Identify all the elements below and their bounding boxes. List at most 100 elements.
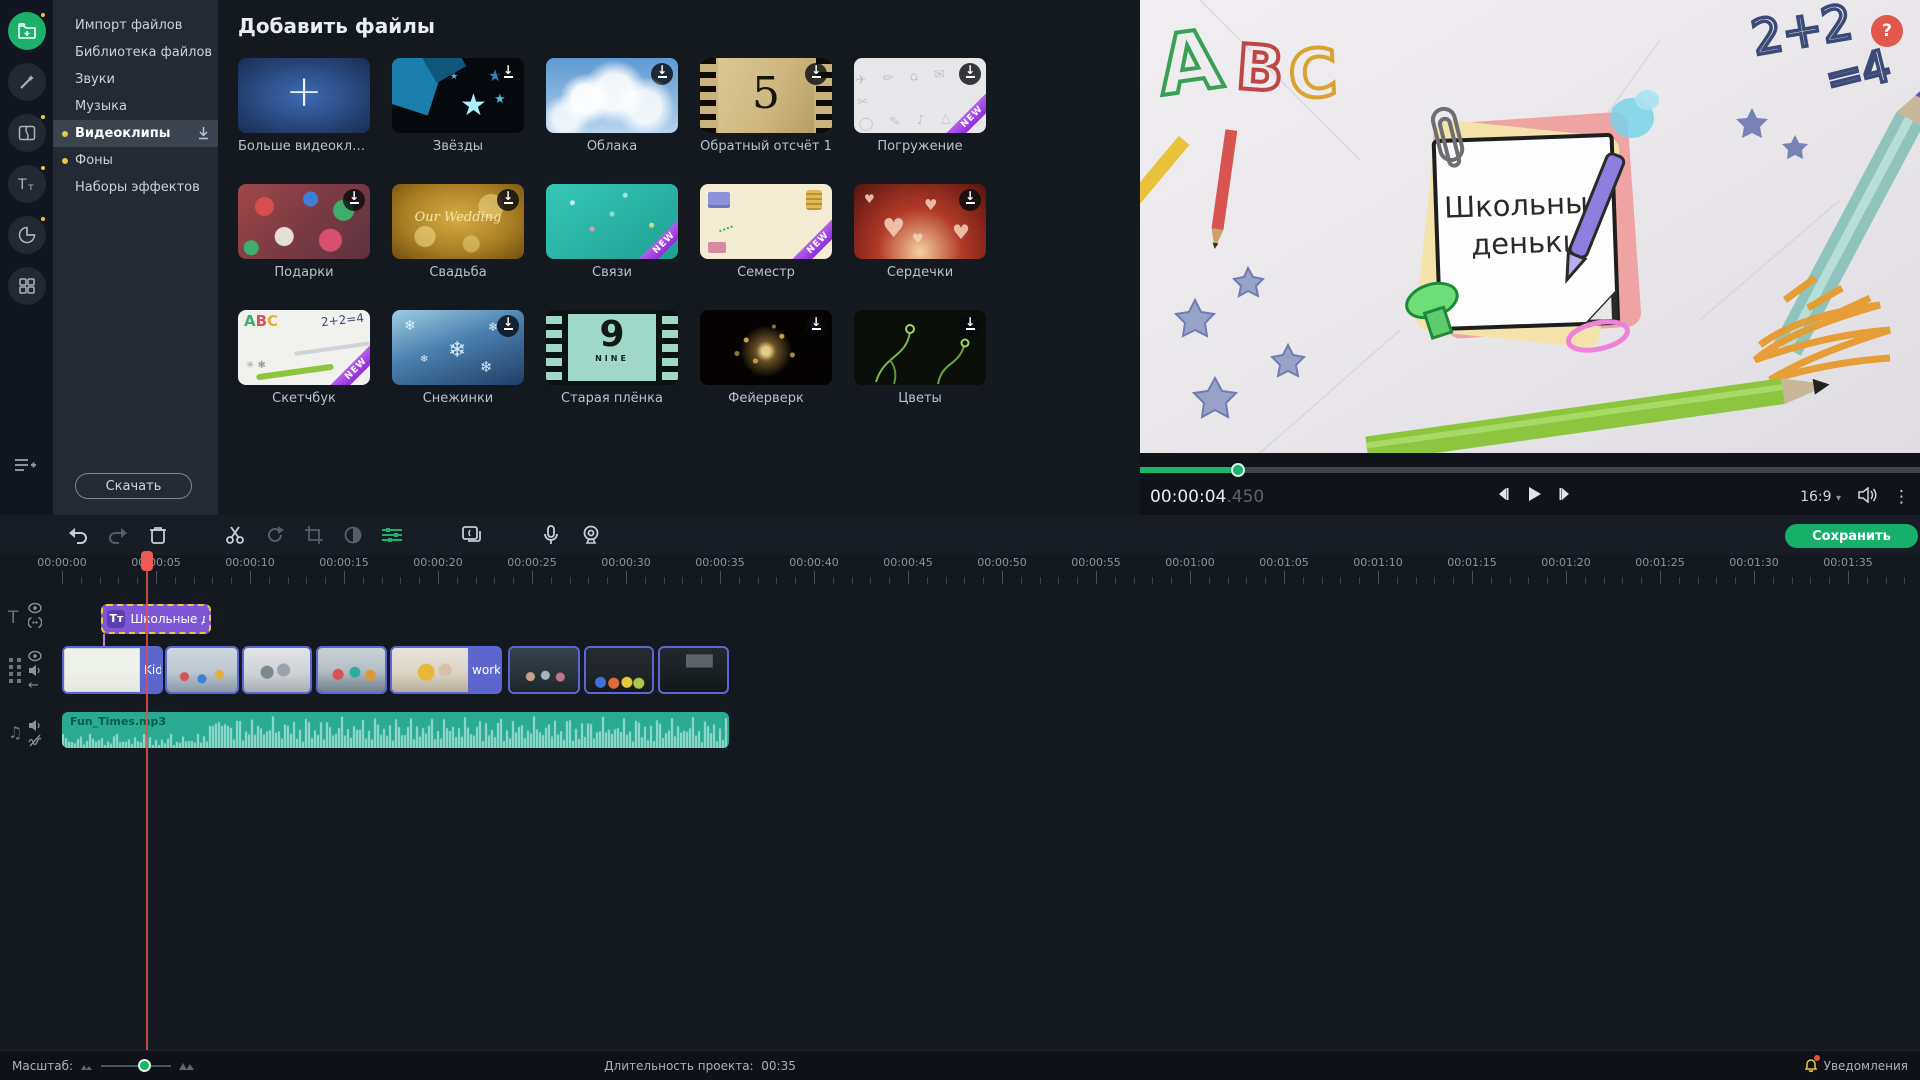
download-badge-icon[interactable]: ↓	[959, 315, 981, 337]
volume-icon[interactable]	[1857, 487, 1877, 507]
ruler-label: 00:01:35	[1823, 556, 1872, 569]
ruler-label: 00:00:25	[507, 556, 556, 569]
menu-item-6[interactable]: Фоны	[53, 147, 218, 174]
track-link-icon[interactable]	[28, 616, 42, 629]
audio-clip[interactable]: Fun_Times.mp3	[62, 712, 729, 748]
playhead[interactable]	[146, 555, 148, 1050]
color-adjust-button[interactable]	[339, 521, 367, 549]
library-tile-plus[interactable]: +Больше видеоклипов	[238, 58, 370, 156]
ruler-tick	[1491, 577, 1492, 584]
download-badge-icon[interactable]: ↓	[497, 315, 519, 337]
preview-progress-knob[interactable]	[1231, 463, 1245, 477]
video-clip-3[interactable]	[242, 646, 313, 694]
crop-button[interactable]	[300, 521, 328, 549]
ruler-tick	[1021, 577, 1022, 584]
ruler-tick	[438, 571, 439, 584]
preview-timecode: 00:00:04.450	[1150, 487, 1264, 507]
transitions-icon[interactable]	[8, 114, 46, 152]
vocal-remover-icon[interactable]	[28, 734, 42, 747]
download-badge-icon[interactable]: ↓	[651, 63, 673, 85]
overlay-button[interactable]	[458, 521, 486, 549]
video-clip-6[interactable]	[508, 646, 580, 694]
track-mute-icon[interactable]	[28, 719, 42, 732]
ruler-tick	[344, 571, 345, 584]
library-tile-sketchbook[interactable]: ABC2+2=4✳ ✱NEWСкетчбук	[238, 310, 370, 408]
clip-properties-button[interactable]	[378, 521, 406, 549]
aspect-ratio-select[interactable]: 16:9 ▾	[1800, 489, 1841, 505]
ruler-tick	[1228, 577, 1229, 584]
menu-item-4[interactable]: Музыка	[53, 93, 218, 120]
video-clip-7[interactable]	[584, 646, 655, 694]
add-track-icon[interactable]	[14, 457, 36, 477]
library-tile-clouds[interactable]: ↓Облака	[546, 58, 678, 156]
library-tile-flowers[interactable]: ↓Цветы	[854, 310, 986, 408]
video-clip-2[interactable]	[165, 646, 238, 694]
preview-progress-bar[interactable]	[1140, 467, 1920, 473]
video-clip-8[interactable]	[658, 646, 729, 694]
download-badge-icon[interactable]: ↓	[497, 189, 519, 211]
ruler-tick	[1322, 577, 1323, 584]
menu-item-7[interactable]: Наборы эффектов	[53, 174, 218, 201]
video-clip-5[interactable]: work	[390, 646, 502, 694]
library-tile-oldfilm[interactable]: 9NINEСтарая плёнка	[546, 310, 678, 408]
record-audio-button[interactable]	[537, 521, 565, 549]
title-track-header: T	[8, 608, 18, 628]
download-badge-icon[interactable]: ↓	[805, 63, 827, 85]
library-tile-hearts[interactable]: ♥♥♥♥♥↓Сердечки	[854, 184, 986, 282]
menu-item-1[interactable]: Импорт файлов	[53, 12, 218, 39]
library-tile-immersion[interactable]: ✈ ✏ ⌂ ✉ ◻ ✂◯ ✎ ♪ △ ✐ ✈↓NEWПогружение	[854, 58, 986, 156]
undo-button[interactable]	[64, 521, 92, 549]
timeline-zoom-slider[interactable]	[101, 1065, 171, 1067]
more-options-icon[interactable]: ⋮	[1893, 487, 1910, 507]
download-content-button[interactable]: Скачать	[75, 473, 192, 499]
library-tile-gifts[interactable]: ↓Подарки	[238, 184, 370, 282]
split-scissors-button[interactable]	[221, 521, 249, 549]
play-button[interactable]	[1525, 485, 1543, 503]
library-tile-semester[interactable]: NEWСеместр	[700, 184, 832, 282]
previous-frame-button[interactable]	[1495, 486, 1511, 502]
save-button[interactable]: Сохранить	[1785, 524, 1918, 548]
stickers-icon[interactable]	[8, 216, 46, 254]
title-clip[interactable]: Tт Школьные д	[101, 604, 210, 634]
media-import-icon[interactable]	[8, 12, 46, 50]
zoom-in-icon[interactable]	[179, 1059, 195, 1073]
menu-item-2[interactable]: Библиотека файлов	[53, 39, 218, 66]
video-clip-4[interactable]	[316, 646, 387, 694]
playhead-handle[interactable]	[141, 551, 153, 571]
track-visibility-icon[interactable]	[28, 650, 42, 662]
library-tile-wedding[interactable]: Our Wedding↓Свадьба	[392, 184, 524, 282]
menu-item-3[interactable]: Звуки	[53, 66, 218, 93]
titles-icon[interactable]: Tт	[8, 165, 46, 203]
zoom-out-icon[interactable]	[81, 1059, 93, 1073]
filters-wand-icon[interactable]	[8, 63, 46, 101]
download-badge-icon[interactable]: ↓	[959, 189, 981, 211]
menu-item-5[interactable]: Видеоклипы	[53, 120, 218, 147]
download-badge-icon[interactable]: ↓	[343, 189, 365, 211]
download-badge-icon[interactable]: ↓	[959, 63, 981, 85]
track-mute-icon[interactable]	[28, 664, 42, 677]
download-badge-icon[interactable]: ↓	[805, 315, 827, 337]
rotate-button[interactable]	[261, 521, 289, 549]
library-tile-snowflakes[interactable]: ❄❄❄❄❄↓Снежинки	[392, 310, 524, 408]
track-arrow-icon[interactable]: ←	[28, 679, 42, 692]
ruler-tick	[1096, 571, 1097, 584]
library-tile-countdown[interactable]: 5↓Обратный отсчёт 1	[700, 58, 832, 156]
section-title: Добавить файлы	[238, 14, 1140, 40]
redo-button[interactable]	[104, 521, 132, 549]
help-button[interactable]: ?	[1871, 15, 1903, 47]
notifications-button[interactable]: Уведомления	[1804, 1051, 1908, 1080]
library-tile-stars[interactable]: ★★★★↓Звёзды	[392, 58, 524, 156]
ruler-tick	[382, 577, 383, 584]
webcam-capture-button[interactable]	[577, 521, 605, 549]
ruler-tick	[1848, 571, 1849, 584]
library-tile-links[interactable]: NEWСвязи	[546, 184, 678, 282]
download-badge-icon[interactable]: ↓	[497, 63, 519, 85]
more-tools-icon[interactable]	[8, 267, 46, 305]
track-visibility-icon[interactable]	[28, 602, 42, 614]
download-icon[interactable]	[197, 126, 210, 140]
delete-button[interactable]	[144, 521, 172, 549]
library-tile-fireworks[interactable]: ↓Фейерверк	[700, 310, 832, 408]
next-frame-button[interactable]	[1557, 486, 1573, 502]
time-ruler[interactable]: 00:00:0000:00:0500:00:1000:00:1500:00:20…	[0, 555, 1920, 585]
timeline-zoom-knob[interactable]	[138, 1059, 151, 1072]
